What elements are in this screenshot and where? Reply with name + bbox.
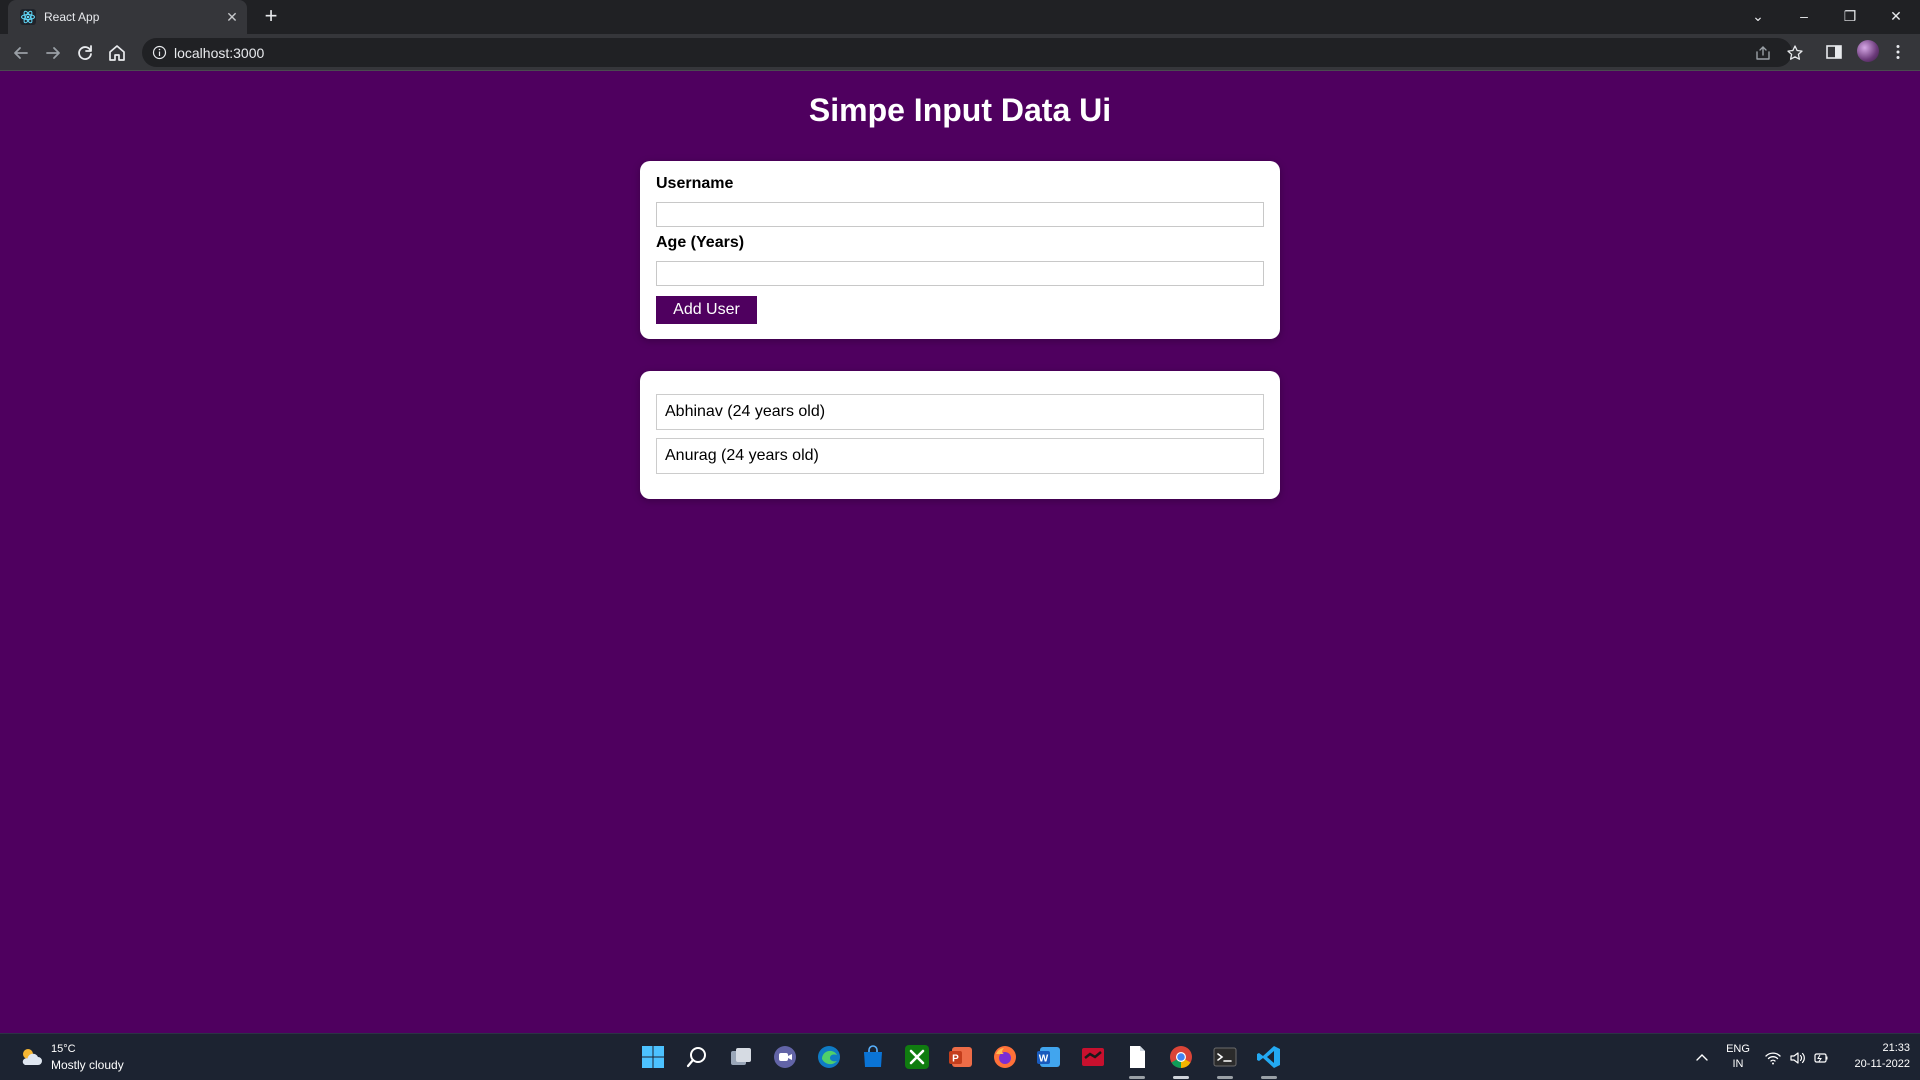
language-indicator[interactable]: ENG bbox=[1720, 1043, 1756, 1055]
windows-taskbar: 15°C Mostly cloudy P W ENG IN 21:33 20-1… bbox=[0, 1033, 1920, 1080]
username-label: Username bbox=[656, 175, 734, 192]
svg-text:W: W bbox=[1039, 1054, 1049, 1065]
side-panel-icon[interactable] bbox=[1824, 42, 1844, 62]
age-label: Age (Years) bbox=[656, 234, 745, 251]
tab-title: React App bbox=[44, 10, 100, 24]
running-indicator bbox=[1129, 1076, 1145, 1079]
restore-button[interactable]: ❐ bbox=[1830, 2, 1870, 30]
browser-tab[interactable]: React App ✕ bbox=[8, 0, 247, 34]
terminal-icon[interactable] bbox=[1212, 1044, 1238, 1070]
store-icon[interactable] bbox=[860, 1044, 886, 1070]
browser-toolbar: localhost:3000 bbox=[0, 34, 1920, 71]
profile-avatar[interactable] bbox=[1857, 40, 1879, 62]
partly-cloudy-icon[interactable] bbox=[18, 1045, 44, 1069]
app-icon[interactable] bbox=[1080, 1044, 1106, 1070]
home-icon[interactable] bbox=[104, 40, 130, 66]
clock-time[interactable]: 21:33 bbox=[1840, 1042, 1910, 1054]
reload-icon[interactable] bbox=[72, 40, 98, 66]
url-text: localhost:3000 bbox=[174, 45, 265, 61]
browser-tab-strip: React App ✕ + ⌄ – ❐ ✕ bbox=[0, 0, 1920, 34]
powerpoint-icon[interactable]: P bbox=[948, 1044, 974, 1070]
edge-icon[interactable] bbox=[816, 1044, 842, 1070]
chat-icon[interactable] bbox=[772, 1044, 798, 1070]
notepad-icon[interactable] bbox=[1124, 1044, 1150, 1070]
wifi-icon[interactable] bbox=[1764, 1049, 1782, 1067]
search-icon[interactable] bbox=[684, 1044, 710, 1070]
users-list-card: Abhinav (24 years old) Anurag (24 years … bbox=[640, 371, 1280, 499]
region-indicator: IN bbox=[1732, 1058, 1744, 1070]
firefox-icon[interactable] bbox=[992, 1044, 1018, 1070]
running-indicator bbox=[1217, 1076, 1233, 1079]
word-icon[interactable]: W bbox=[1036, 1044, 1062, 1070]
share-icon[interactable] bbox=[1754, 44, 1772, 62]
age-input[interactable] bbox=[656, 261, 1264, 286]
minimize-button[interactable]: – bbox=[1784, 2, 1824, 30]
user-list-item[interactable]: Abhinav (24 years old) bbox=[656, 394, 1264, 430]
running-indicator bbox=[1261, 1076, 1277, 1079]
active-indicator bbox=[1173, 1076, 1189, 1079]
clock-date[interactable]: 20-11-2022 bbox=[1836, 1058, 1910, 1070]
volume-icon[interactable] bbox=[1788, 1049, 1806, 1067]
address-bar[interactable]: localhost:3000 bbox=[142, 38, 1803, 67]
menu-dots-icon[interactable] bbox=[1888, 42, 1908, 62]
chrome-icon[interactable] bbox=[1168, 1044, 1194, 1070]
forward-arrow-icon[interactable] bbox=[40, 40, 66, 66]
weather-description: Mostly cloudy bbox=[51, 1058, 124, 1072]
info-icon[interactable] bbox=[152, 45, 167, 60]
vscode-icon[interactable] bbox=[1256, 1044, 1282, 1070]
new-tab-button[interactable]: + bbox=[259, 5, 283, 29]
xbox-icon[interactable] bbox=[904, 1044, 930, 1070]
username-input[interactable] bbox=[656, 202, 1264, 227]
start-icon[interactable] bbox=[640, 1044, 666, 1070]
tab-close-icon[interactable]: ✕ bbox=[223, 8, 241, 26]
weather-temperature: 15°C bbox=[51, 1043, 76, 1055]
page-title: Simpe Input Data Ui bbox=[808, 92, 1112, 128]
page-content: Simpe Input Data Ui Username Age (Years)… bbox=[0, 71, 1920, 1033]
user-list-item[interactable]: Anurag (24 years old) bbox=[656, 438, 1264, 474]
back-arrow-icon[interactable] bbox=[8, 40, 34, 66]
svg-text:P: P bbox=[952, 1054, 959, 1065]
close-window-button[interactable]: ✕ bbox=[1876, 2, 1916, 30]
battery-icon[interactable] bbox=[1812, 1049, 1830, 1067]
add-user-button[interactable]: Add User bbox=[656, 296, 757, 324]
chevron-up-icon[interactable] bbox=[1693, 1049, 1711, 1067]
add-user-form-card: Username Age (Years) Add User bbox=[640, 161, 1280, 339]
task-view-icon[interactable] bbox=[728, 1044, 754, 1070]
react-icon bbox=[20, 9, 36, 25]
bookmark-star-icon[interactable] bbox=[1786, 44, 1804, 62]
tab-search-chevron-icon[interactable]: ⌄ bbox=[1738, 2, 1778, 30]
